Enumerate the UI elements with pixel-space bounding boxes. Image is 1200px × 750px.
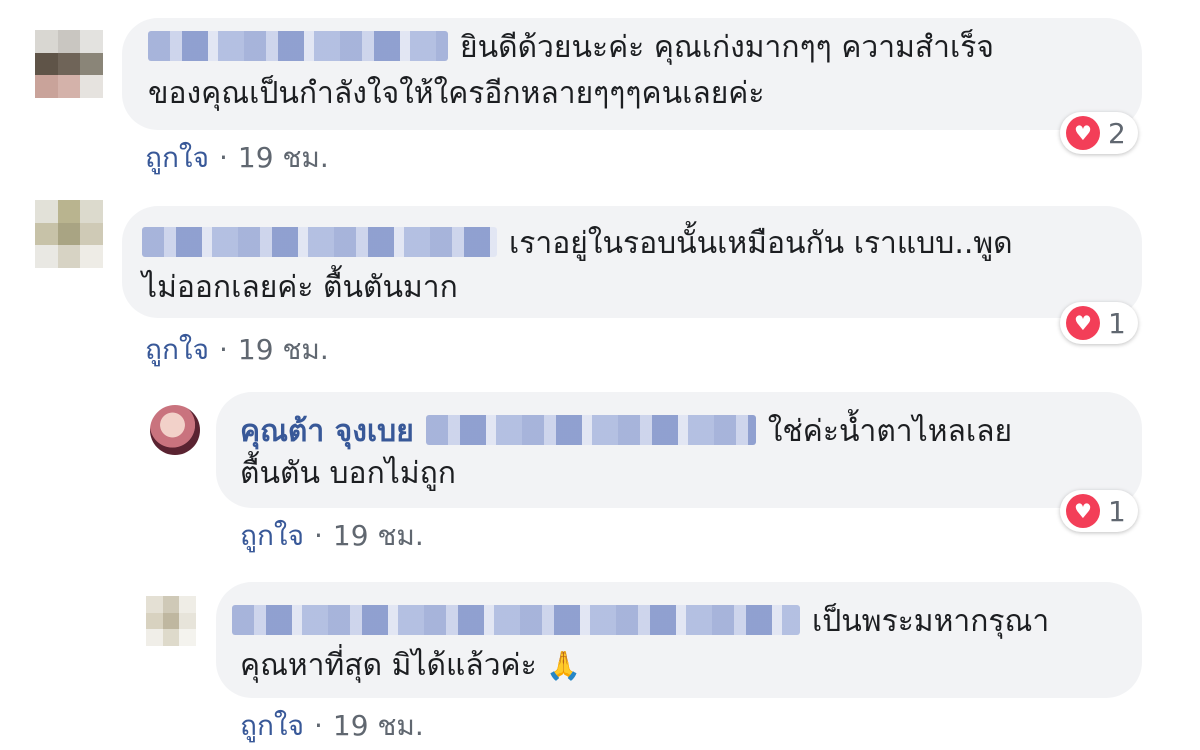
avatar[interactable] <box>146 596 196 646</box>
folded-hands-emoji: 🙏 <box>546 649 582 682</box>
avatar-pixel <box>179 612 196 630</box>
author-name-blurred[interactable] <box>232 605 800 635</box>
avatar-pixel <box>162 612 180 630</box>
like-link[interactable]: ถูกใจ <box>240 709 304 742</box>
avatar-pixel <box>146 612 163 630</box>
avatar-pixel <box>146 596 163 613</box>
avatar-pixel <box>162 596 180 613</box>
reply-2: เป็นพระมหากรุณา คุณหาที่สุด มิได้แล้วค่ะ… <box>0 0 1200 750</box>
comment-text-line-2: คุณหาที่สุด มิได้แล้วค่ะ 🙏 <box>240 640 581 692</box>
timestamp[interactable]: 19 ชม. <box>333 709 424 742</box>
separator: · <box>313 709 323 742</box>
avatar-pixel <box>179 629 196 646</box>
avatar-pixel <box>162 629 180 646</box>
comment-meta: ถูกใจ · 19 ชม. <box>240 704 424 748</box>
avatar-pixel <box>146 629 163 646</box>
avatar-pixel <box>179 596 196 613</box>
